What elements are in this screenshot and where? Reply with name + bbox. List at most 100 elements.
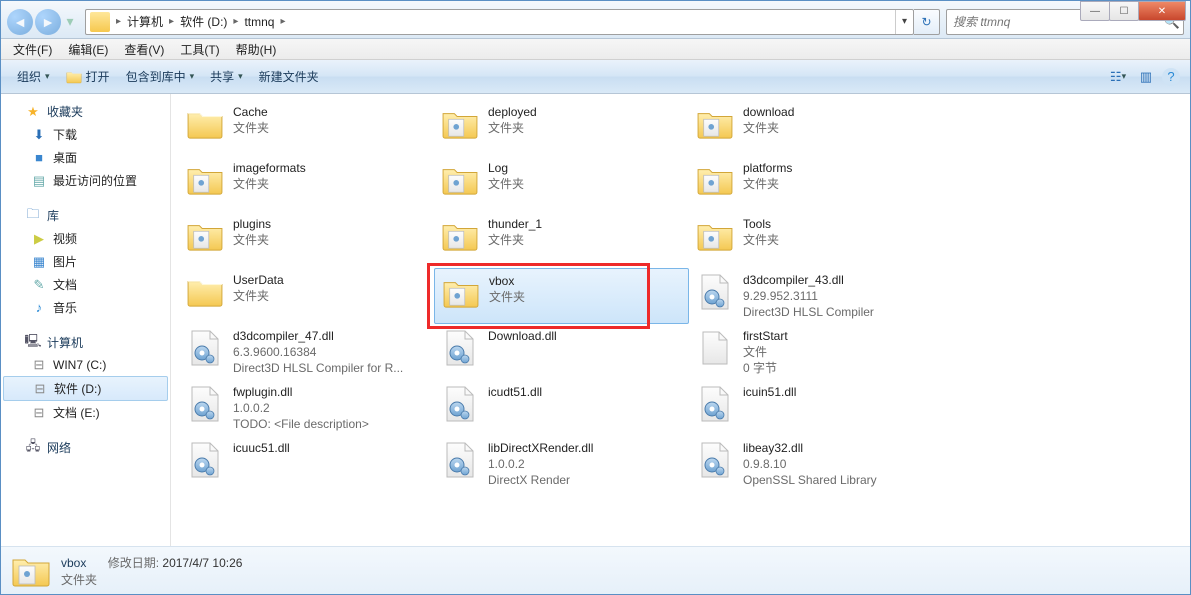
file-pane[interactable]: Cache文件夹 deployed文件夹 download文件夹 imagefo…: [171, 94, 1190, 546]
menu-view[interactable]: 查看(V): [116, 39, 172, 60]
organize-button[interactable]: 组织 ▾: [9, 64, 58, 89]
file-item[interactable]: libeay32.dll0.9.8.10OpenSSL Shared Libra…: [689, 436, 944, 492]
folder-special-icon: [440, 160, 480, 200]
sidebar-item[interactable]: ▶视频: [1, 227, 170, 250]
window-controls: — ☐ ✕: [1081, 1, 1186, 21]
file-item[interactable]: icuuc51.dll: [179, 436, 434, 492]
file-label: imageformats文件夹: [233, 160, 306, 192]
file-item[interactable]: Tools文件夹: [689, 212, 944, 268]
folder-special-icon: [440, 104, 480, 144]
menu-help[interactable]: 帮助(H): [228, 39, 285, 60]
history-dropdown[interactable]: ▾: [63, 15, 77, 29]
file-item[interactable]: icudt51.dll: [434, 380, 689, 436]
share-button[interactable]: 共享 ▾: [202, 64, 251, 89]
share-label: 共享: [210, 68, 234, 85]
breadcrumb-folder[interactable]: ttmnq: [240, 15, 278, 29]
computer-header[interactable]: 🖳 计算机: [1, 331, 170, 354]
dll-icon: [185, 328, 225, 368]
item-icon: ⊟: [31, 405, 47, 421]
sidebar-item[interactable]: ⬇下载: [1, 123, 170, 146]
file-label: libDirectXRender.dll1.0.0.2DirectX Rende…: [488, 440, 593, 489]
forward-button[interactable]: ►: [35, 9, 61, 35]
body: ★ 收藏夹 ⬇下载■桌面▤最近访问的位置 🗀 库 ▶视频▦图片 ✎ 文档 ♪ 音乐 🖳 …: [1, 94, 1190, 546]
folder-special-icon: [441, 273, 481, 313]
file-label: thunder_1文件夹: [488, 216, 542, 248]
file-label: fwplugin.dll1.0.0.2TODO: <File descripti…: [233, 384, 369, 433]
refresh-button[interactable]: ↻: [914, 9, 940, 35]
file-item[interactable]: platforms文件夹: [689, 156, 944, 212]
dll-icon: [440, 384, 480, 424]
file-item[interactable]: thunder_1文件夹: [434, 212, 689, 268]
file-item[interactable]: Cache文件夹: [179, 100, 434, 156]
file-item[interactable]: Log文件夹: [434, 156, 689, 212]
file-item[interactable]: d3dcompiler_43.dll9.29.952.3111Direct3D …: [689, 268, 944, 324]
minimize-button[interactable]: —: [1080, 1, 1110, 21]
close-button[interactable]: ✕: [1138, 1, 1186, 21]
folder-icon: [185, 272, 225, 312]
item-label: 文档: [53, 276, 77, 293]
menu-file[interactable]: 文件(F): [5, 39, 60, 60]
network-label: 网络: [47, 439, 71, 456]
include-library-button[interactable]: 包含到库中 ▾: [118, 64, 203, 89]
new-folder-button[interactable]: 新建文件夹: [251, 64, 327, 89]
address-dropdown[interactable]: ▾: [895, 10, 913, 34]
file-label: Tools文件夹: [743, 216, 779, 248]
chevron-down-icon: ▾: [45, 71, 50, 82]
item-icon: ▶: [31, 231, 47, 247]
sidebar-item[interactable]: ♪ 音乐: [1, 296, 170, 319]
breadcrumb-drive[interactable]: 软件 (D:): [176, 13, 231, 30]
file-item[interactable]: deployed文件夹: [434, 100, 689, 156]
file-label: Cache文件夹: [233, 104, 269, 136]
newfolder-label: 新建文件夹: [259, 68, 319, 85]
library-icon: 🗀: [25, 208, 41, 224]
dll-icon: [185, 384, 225, 424]
sidebar-item[interactable]: ▦图片: [1, 250, 170, 273]
favorites-label: 收藏夹: [47, 103, 83, 120]
sidebar-item[interactable]: ⊟文档 (E:): [1, 401, 170, 424]
libraries-header[interactable]: 🗀 库: [1, 204, 170, 227]
file-item[interactable]: d3dcompiler_47.dll6.3.9600.16384Direct3D…: [179, 324, 434, 380]
file-label: vbox文件夹: [489, 273, 525, 305]
file-item[interactable]: fwplugin.dll1.0.0.2TODO: <File descripti…: [179, 380, 434, 436]
network-icon: 🖧: [25, 440, 41, 456]
back-button[interactable]: ◄: [7, 9, 33, 35]
sidebar-item[interactable]: ✎ 文档: [1, 273, 170, 296]
file-item[interactable]: UserData文件夹: [179, 268, 434, 324]
folder-icon: [11, 551, 51, 591]
help-button[interactable]: ?: [1162, 68, 1180, 86]
item-icon: ▤: [31, 173, 47, 189]
item-label: 软件 (D:): [54, 380, 101, 397]
maximize-button[interactable]: ☐: [1109, 1, 1139, 21]
favorites-header[interactable]: ★ 收藏夹: [1, 100, 170, 123]
file-label: download文件夹: [743, 104, 794, 136]
network-group: 🖧 网络: [1, 436, 170, 459]
item-icon: ✎: [31, 277, 47, 293]
item-icon: ♪: [31, 300, 47, 316]
file-item[interactable]: icuin51.dll: [689, 380, 944, 436]
file-item[interactable]: plugins文件夹: [179, 212, 434, 268]
item-label: 音乐: [53, 299, 77, 316]
libraries-label: 库: [47, 207, 59, 224]
item-icon: ⊟: [31, 357, 47, 373]
open-button[interactable]: 打开: [58, 64, 118, 89]
sidebar-item[interactable]: ■桌面: [1, 146, 170, 169]
item-label: 图片: [53, 253, 77, 270]
menu-edit[interactable]: 编辑(E): [60, 39, 116, 60]
toolbar: 组织 ▾ 打开 包含到库中 ▾ 共享 ▾ 新建文件夹 ☷▾ ▥ ?: [1, 60, 1190, 94]
address-bar[interactable]: ▸ 计算机 ▸ 软件 (D:) ▸ ttmnq ▸ ▾: [85, 9, 914, 35]
file-item[interactable]: imageformats文件夹: [179, 156, 434, 212]
view-mode-button[interactable]: ☷▾: [1106, 65, 1130, 89]
sidebar-item[interactable]: ▤最近访问的位置: [1, 169, 170, 192]
file-item[interactable]: firstStart文件0 字节: [689, 324, 944, 380]
network-header[interactable]: 🖧 网络: [1, 436, 170, 459]
sidebar-item[interactable]: ⊟软件 (D:): [3, 376, 168, 401]
menu-tools[interactable]: 工具(T): [172, 39, 227, 60]
preview-pane-button[interactable]: ▥: [1134, 65, 1158, 89]
item-label: WIN7 (C:): [53, 358, 106, 372]
file-item[interactable]: libDirectXRender.dll1.0.0.2DirectX Rende…: [434, 436, 689, 492]
breadcrumb-computer[interactable]: 计算机: [123, 13, 167, 30]
file-item[interactable]: vbox文件夹: [434, 268, 689, 324]
sidebar-item[interactable]: ⊟ WIN7 (C:): [1, 354, 170, 376]
file-item[interactable]: download文件夹: [689, 100, 944, 156]
file-item[interactable]: Download.dll: [434, 324, 689, 380]
